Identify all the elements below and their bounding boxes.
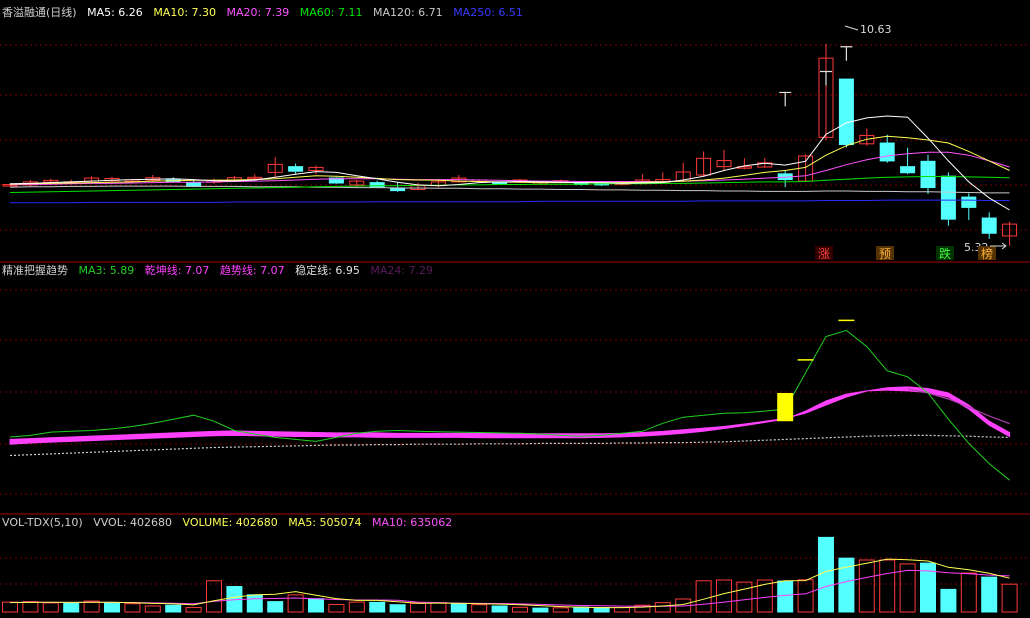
ma20-value: MA20: 7.39	[226, 6, 290, 19]
ma24-line	[907, 388, 1010, 425]
volume-panel	[2, 536, 1018, 613]
volume-bar	[614, 607, 630, 613]
volume-bar	[267, 601, 284, 613]
volume-bar	[63, 602, 80, 613]
price-header: 香溢融通(日线) MA5: 6.26 MA10: 7.30 MA20: 7.39…	[2, 6, 530, 19]
volume-bar	[797, 579, 814, 613]
volume-bar	[328, 603, 345, 613]
volume-bar	[42, 602, 59, 613]
ma250-line	[10, 199, 1010, 204]
volume-bar	[695, 580, 712, 613]
volume-bar	[2, 601, 18, 613]
stable-value: 稳定线: 6.95	[295, 264, 360, 277]
volume-bar	[654, 602, 671, 613]
high-price-label: 10.63	[860, 23, 892, 36]
ma120-value: MA120: 6.71	[372, 6, 443, 19]
ma5-value: MA5: 6.26	[87, 6, 143, 19]
candle-body	[838, 78, 854, 146]
volume-value: VOLUME: 402680	[182, 516, 278, 529]
volume-bar	[185, 607, 202, 613]
trend-value: 趋势线: 7.07	[219, 264, 285, 277]
grid-lines	[0, 44, 1030, 585]
candle-body	[981, 217, 997, 234]
volume-bar	[430, 602, 447, 613]
ma24-value: MA24: 7.29	[370, 264, 434, 277]
volume-bar	[1001, 583, 1018, 613]
vol-ma5-value: MA5: 505074	[288, 516, 362, 529]
ma60-value: MA60: 7.11	[299, 6, 363, 19]
volume-bar	[369, 601, 386, 613]
volume-bar	[981, 576, 998, 613]
volume-bar	[552, 607, 569, 613]
tag-yu[interactable]: 预	[876, 246, 894, 261]
tee-marker-icon	[820, 70, 832, 86]
price-panel	[2, 43, 1018, 246]
candle-body	[961, 196, 977, 208]
volume-bar	[716, 579, 732, 613]
tag-bang-label: 榜	[981, 246, 993, 261]
tag-yu-label: 预	[879, 247, 891, 261]
tag-die[interactable]: 跌	[936, 246, 954, 261]
volume-bar	[512, 606, 528, 613]
volume-bar	[206, 580, 222, 613]
volume-bar	[491, 605, 508, 613]
volume-bar	[246, 594, 263, 613]
ma250-value: MA250: 6.51	[453, 6, 523, 19]
candle-body	[920, 160, 936, 189]
volume-bar	[532, 607, 549, 613]
tag-zhang-label: 涨	[818, 246, 830, 261]
volume-header: VOL-TDX(5,10) VVOL: 402680 VOLUME: 40268…	[2, 516, 459, 529]
volume-bar	[165, 604, 182, 613]
volume-bar	[410, 602, 426, 613]
signal-bar	[777, 392, 794, 422]
high-arrow-icon	[844, 25, 859, 31]
candle-body	[369, 182, 385, 188]
tag-bang[interactable]: 榜	[978, 246, 996, 261]
volume-bar	[104, 602, 120, 613]
vol-ma10-value: MA10: 635062	[372, 516, 453, 529]
candle-body	[492, 182, 508, 185]
volume-bar	[818, 536, 834, 613]
tee-marker-icon	[840, 46, 853, 61]
qiankun-value: 乾坤线: 7.07	[144, 264, 210, 277]
indicator-name: 精准把握趋势	[2, 264, 68, 277]
volume-bar	[124, 603, 141, 613]
ma10-value: MA10: 7.30	[153, 6, 217, 19]
candle-body	[288, 166, 304, 172]
ma5-line	[9, 115, 1010, 211]
candle-body	[940, 175, 956, 220]
volume-bar	[22, 601, 39, 613]
stock-name: 香溢融通(日线)	[2, 6, 77, 19]
candle-body	[879, 142, 895, 162]
volume-bar	[593, 607, 610, 613]
volume-bar	[940, 588, 957, 613]
ma3-value: MA3: 5.89	[78, 264, 135, 277]
volume-bar	[858, 559, 875, 613]
vvol-value: VVOL: 402680	[93, 516, 173, 529]
volume-bar	[736, 581, 753, 613]
candle-body	[900, 166, 916, 174]
volume-bar	[471, 604, 488, 613]
volume-bar	[960, 572, 977, 613]
ma3-line	[9, 329, 1010, 481]
stable-line	[9, 434, 1010, 457]
volume-bar	[450, 602, 467, 613]
volume-bar	[777, 580, 794, 613]
volume-bar	[287, 594, 304, 613]
tag-zhang[interactable]: 涨	[815, 246, 833, 261]
volume-bar	[348, 601, 365, 613]
tag-die-label: 跌	[939, 246, 951, 261]
volume-bar	[389, 604, 406, 613]
qiankun-trend-band	[9, 386, 1011, 445]
indicator-header: 精准把握趋势 MA3: 5.89 乾坤线: 7.07 趋势线: 7.07 稳定线…	[2, 264, 440, 277]
volume-bar	[308, 598, 324, 613]
volume-bar	[879, 559, 896, 613]
volume-bar	[144, 605, 161, 613]
vol-name: VOL-TDX(5,10)	[2, 516, 83, 529]
indicator-panel	[9, 319, 1011, 481]
